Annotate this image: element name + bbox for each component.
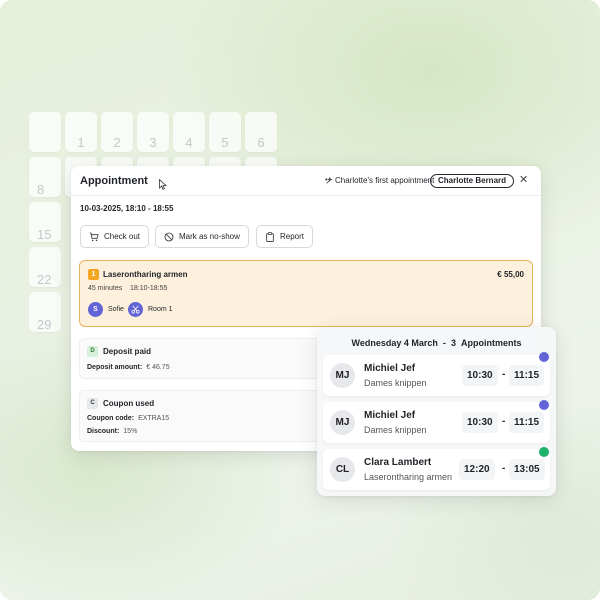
service-index-badge: 1 [88, 269, 99, 280]
time-separator: - [502, 369, 506, 380]
clipboard-icon [266, 231, 274, 242]
appointment-service: Laserontharing armen [364, 472, 453, 482]
popup-title: Wednesday 4 March - 3 Appointments [317, 338, 556, 348]
calendar-day[interactable]: 1 [65, 112, 97, 152]
appointment-header: Appointment Charlotte's first appointmen… [71, 166, 541, 196]
calendar-day-empty [29, 112, 61, 152]
appointment-datetime: 10-03-2025, 18:10 - 18:55 [80, 204, 174, 213]
end-time: 13:05 [509, 459, 545, 480]
appointment-list-item[interactable]: MJ Michiel Jef Dames knippen 10:30 - 11:… [323, 355, 550, 396]
client-name: Clara Lambert [364, 457, 432, 468]
deposit-amount-row: Deposit amount: € 46.75 [87, 364, 170, 371]
report-label: Report [280, 232, 305, 241]
appointment-service: Dames knippen [364, 425, 427, 435]
deposit-badge: D [87, 346, 98, 357]
room-name: Room 1 [148, 306, 173, 313]
calendar-day[interactable]: 6 [245, 112, 277, 152]
coupon-code-value: EXTRA15 [138, 415, 170, 422]
coupon-title: Coupon used [103, 399, 155, 408]
deposit-amount-label: Deposit amount: [87, 364, 143, 371]
coupon-discount-value: 15% [123, 428, 138, 435]
status-dot [539, 400, 549, 410]
no-show-icon [164, 232, 174, 241]
deposit-title: Deposit paid [103, 347, 152, 356]
calendar-day[interactable]: 8 [29, 157, 61, 197]
popup-count-label: Appointments [460, 338, 522, 348]
status-dot [539, 447, 549, 457]
calendar-day[interactable]: 4 [173, 112, 205, 152]
report-button[interactable]: Report [256, 225, 314, 248]
calendar-day[interactable]: 15 [29, 202, 61, 242]
scissors-icon [131, 305, 140, 314]
status-dot [539, 352, 549, 362]
calendar-day[interactable]: 5 [209, 112, 241, 152]
appointment-list-item[interactable]: CL Clara Lambert Laserontharing armen 12… [323, 449, 550, 490]
time-separator: - [502, 463, 506, 474]
client-name: Michiel Jef [364, 410, 416, 421]
calendar-day[interactable]: 2 [101, 112, 133, 152]
close-icon: ✕ [519, 174, 529, 186]
coupon-discount-label: Discount: [87, 428, 120, 435]
deposit-amount-value: € 46.75 [146, 364, 170, 371]
start-time: 10:30 [462, 412, 498, 433]
end-time: 11:15 [509, 365, 545, 386]
start-time: 10:30 [462, 365, 498, 386]
client-avatar: MJ [330, 410, 355, 435]
first-appointment-text: Charlotte's first appointment [335, 176, 435, 185]
coupon-discount-row: Discount: 15% [87, 428, 137, 435]
coupon-code-label: Coupon code: [87, 415, 135, 422]
start-time: 12:20 [459, 459, 495, 480]
service-name: Laserontharing armen [103, 270, 188, 279]
appointment-list-item[interactable]: MJ Michiel Jef Dames knippen 10:30 - 11:… [323, 402, 550, 443]
mouse-cursor-icon [159, 179, 167, 190]
client-name-chip[interactable]: Charlotte Bernard [430, 174, 515, 188]
mark-no-show-button[interactable]: Mark as no-show [155, 225, 249, 248]
service-item[interactable]: 1 Laserontharing armen € 55,00 45 minute… [79, 260, 533, 327]
cart-icon [89, 232, 99, 241]
room-avatar [128, 302, 143, 317]
time-separator: - [502, 416, 506, 427]
sparkle-icon [325, 176, 333, 184]
checkout-label: Check out [104, 232, 141, 241]
close-button[interactable]: ✕ [519, 175, 528, 186]
service-time: 18:10-18:55 [130, 285, 168, 292]
popup-count: 3 [450, 338, 456, 348]
popup-separator: - [442, 338, 446, 348]
appointment-title: Appointment [80, 175, 148, 187]
client-name: Michiel Jef [364, 363, 416, 374]
service-duration: 45 minutes [88, 285, 123, 292]
first-appointment-note: Charlotte's first appointment [325, 176, 434, 185]
calendar-day[interactable]: 3 [137, 112, 169, 152]
checkout-button[interactable]: Check out [80, 225, 150, 248]
appointment-service: Dames knippen [364, 378, 427, 388]
staff-avatar: S [88, 302, 103, 317]
mark-no-show-label: Mark as no-show [179, 232, 240, 241]
service-price: € 55,00 [497, 270, 524, 279]
coupon-badge: C [87, 398, 98, 409]
calendar-day[interactable]: 22 [29, 247, 61, 287]
end-time: 11:15 [509, 412, 545, 433]
popup-date: Wednesday 4 March [351, 338, 438, 348]
coupon-code-row: Coupon code: EXTRA15 [87, 415, 169, 422]
client-avatar: CL [330, 457, 355, 482]
day-appointments-popup: Wednesday 4 March - 3 Appointments MJ Mi… [317, 327, 556, 496]
calendar-day[interactable]: 29 [29, 292, 61, 332]
client-avatar: MJ [330, 363, 355, 388]
staff-name: Sofie [108, 306, 124, 313]
